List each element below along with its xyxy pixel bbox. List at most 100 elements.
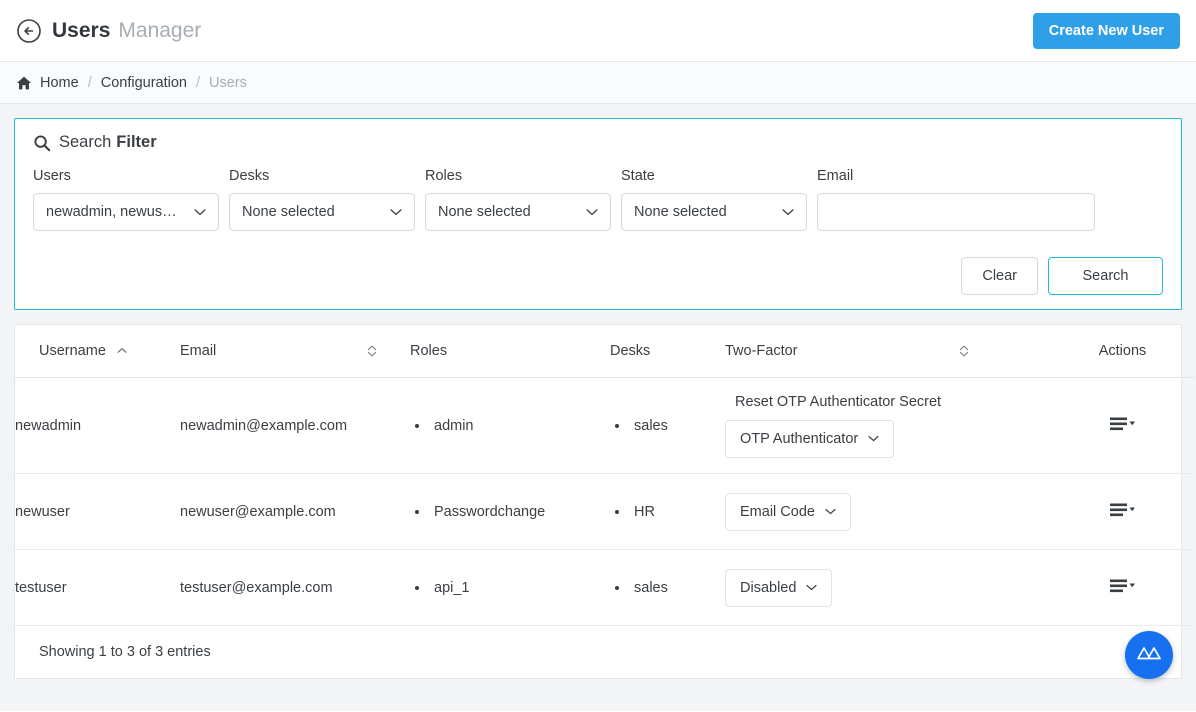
search-button[interactable]: Search [1048,257,1163,295]
app-logo-icon [1136,644,1162,667]
search-icon [33,134,51,152]
cell-email: testuser@example.com [180,549,410,626]
column-header-twofactor[interactable]: Two-Factor [725,325,1070,378]
sort-ascending-icon[interactable] [116,345,128,357]
column-label-username: Username [39,343,106,359]
page-title: Users Manager [52,19,201,43]
sort-both-icon[interactable] [366,344,378,358]
cell-desks: sales [610,549,725,626]
desks-list: sales [610,418,725,434]
chevron-down-icon [868,435,879,442]
list-item: HR [630,504,725,520]
page-title-sub: Manager [118,18,202,42]
actions-menu-icon[interactable] [1109,416,1136,432]
twofactor-select-value: Disabled [740,579,797,596]
twofactor-select[interactable]: OTP Authenticator [725,419,895,458]
twofactor-select-value: OTP Authenticator [740,430,859,447]
filter-label-roles: Roles [425,168,463,184]
cell-twofactor: Disabled [725,549,1070,626]
twofactor-select-value: Email Code [740,503,815,520]
chevron-down-icon [825,508,836,515]
desks-select-value: None selected [242,204,335,220]
back-arrow-circle-icon[interactable] [16,18,42,44]
cell-roles: api_1 [410,549,610,626]
desks-list: sales [610,580,725,596]
cell-actions [1070,377,1195,474]
twofactor-select[interactable]: Email Code [725,492,851,531]
cell-roles: admin [410,377,610,474]
home-icon[interactable] [16,75,32,91]
users-table-header: Username Email Roles Desks Two-Factor Ac… [15,325,1195,378]
twofactor-select[interactable]: Disabled [725,568,833,607]
roles-list: Passwordchange [410,504,610,520]
filter-field-roles: Roles None selected [425,168,611,231]
page-header: Users Manager Create New User [0,0,1196,62]
table-row: newuser newuser@example.com Passwordchan… [15,473,1195,550]
reset-otp-secret-link[interactable]: Reset OTP Authenticator Secret [725,394,1070,410]
roles-list: api_1 [410,580,610,596]
clear-button[interactable]: Clear [961,257,1038,295]
chevron-down-icon [586,208,598,216]
breadcrumb-separator-1: / [87,74,92,91]
search-filter-panel: Search Filter Users newadmin, newus… Des… [14,118,1182,310]
cell-email: newadmin@example.com [180,377,410,474]
table-row: newadmin newadmin@example.com admin sale… [15,377,1195,474]
users-select[interactable]: newadmin, newus… [33,193,219,231]
column-label-email: Email [180,343,217,359]
chevron-down-icon [390,208,402,216]
column-header-username[interactable]: Username [15,325,180,378]
table-row: testuser testuser@example.com api_1 sale… [15,549,1195,626]
breadcrumb-item-home[interactable]: Home [40,75,79,91]
email-input[interactable] [817,193,1095,231]
cell-username: newadmin [15,377,180,474]
search-filter-title: Search Filter [33,133,1163,152]
filter-label-email: Email [817,168,854,184]
page-content: Search Filter Users newadmin, newus… Des… [0,104,1196,711]
roles-select-value: None selected [438,204,531,220]
breadcrumb-item-users: Users [209,74,247,91]
actions-menu-icon[interactable] [1109,502,1136,518]
users-table-body: newadmin newadmin@example.com admin sale… [15,377,1195,626]
desks-select[interactable]: None selected [229,193,415,231]
cell-twofactor: Reset OTP Authenticator Secret OTP Authe… [725,377,1070,474]
table-entries-info: Showing 1 to 3 of 3 entries [39,644,211,660]
cell-username: newuser [15,473,180,550]
sort-both-icon[interactable] [958,344,970,358]
list-item: Passwordchange [430,504,610,520]
list-item: api_1 [430,580,610,596]
floating-action-button[interactable] [1125,631,1173,679]
column-label-roles: Roles [410,343,448,359]
filter-label-users: Users [33,168,71,184]
column-header-roles: Roles [410,325,610,378]
column-label-twofactor: Two-Factor [725,343,798,359]
cell-username: testuser [15,549,180,626]
breadcrumb-separator-2: / [195,74,200,91]
breadcrumb-item-configuration[interactable]: Configuration [101,75,187,91]
cell-desks: sales [610,377,725,474]
cell-twofactor: Email Code [725,473,1070,550]
column-header-email[interactable]: Email [180,325,410,378]
filter-label-state: State [621,168,655,184]
column-header-actions: Actions [1070,325,1195,378]
state-select[interactable]: None selected [621,193,807,231]
cell-actions [1070,473,1195,550]
desks-list: HR [610,504,725,520]
cell-desks: HR [610,473,725,550]
users-table-card: Username Email Roles Desks Two-Factor Ac… [14,324,1195,679]
filter-fields-row: Users newadmin, newus… Desks None select… [33,168,1163,231]
filter-field-email: Email [817,168,1095,231]
search-filter-title-bold: Filter [116,133,157,151]
roles-select[interactable]: None selected [425,193,611,231]
roles-list: admin [410,418,610,434]
filter-label-desks: Desks [229,168,270,184]
actions-menu-icon[interactable] [1109,578,1136,594]
create-new-user-button[interactable]: Create New User [1032,13,1180,49]
users-select-value: newadmin, newus… [46,204,177,220]
list-item: sales [630,580,725,596]
cell-email: newuser@example.com [180,473,410,550]
list-item: admin [430,418,610,434]
cell-roles: Passwordchange [410,473,610,550]
chevron-down-icon [194,208,206,216]
filter-field-desks: Desks None selected [229,168,415,231]
column-label-actions: Actions [1098,343,1147,359]
